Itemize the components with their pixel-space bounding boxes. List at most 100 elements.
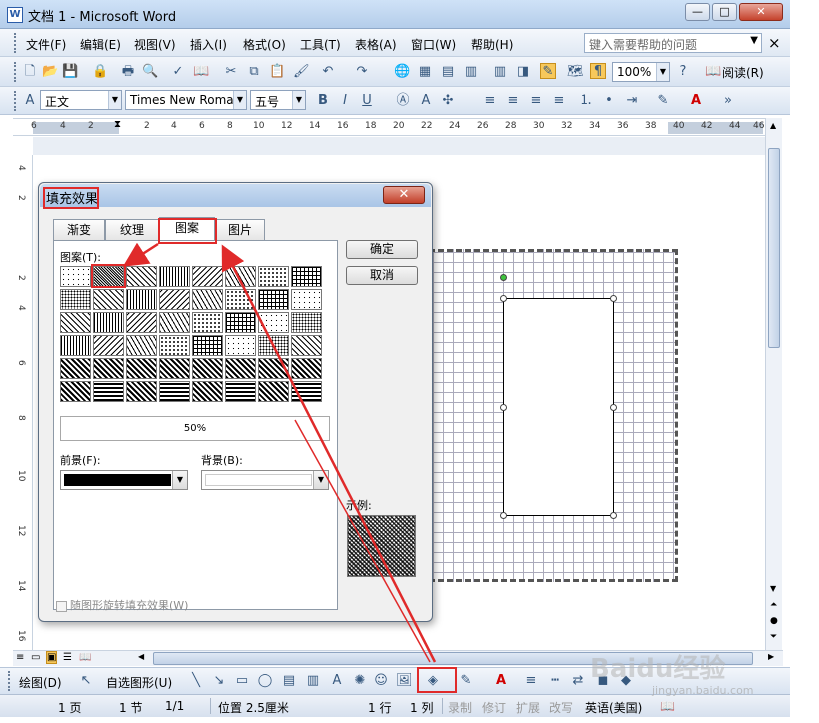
- dialog-close-button[interactable]: ✕: [383, 186, 425, 204]
- ok-button[interactable]: 确定: [346, 240, 418, 259]
- pattern-swatch[interactable]: [159, 358, 190, 379]
- read-icon[interactable]: 📖: [705, 64, 721, 80]
- show-hide-icon[interactable]: ¶: [590, 63, 606, 79]
- dash-style-icon[interactable]: ┅: [547, 673, 563, 689]
- pattern-swatch[interactable]: [60, 358, 91, 379]
- numbering-icon[interactable]: ⒈: [578, 93, 594, 109]
- highlight-icon[interactable]: ✎: [655, 93, 671, 109]
- chevron-down-icon[interactable]: ▼: [750, 35, 758, 46]
- pattern-swatch[interactable]: [93, 289, 124, 310]
- web-view-icon[interactable]: ▭: [31, 652, 40, 663]
- close-window-button[interactable]: ✕: [739, 3, 783, 21]
- foreground-color-select[interactable]: ▼: [60, 470, 188, 490]
- spelling-status-icon[interactable]: 📖: [660, 699, 675, 713]
- pattern-swatch[interactable]: [159, 266, 190, 287]
- previous-page-icon[interactable]: ⏶: [770, 600, 777, 610]
- status-track[interactable]: 修订: [482, 699, 506, 716]
- chevron-down-icon[interactable]: ▼: [656, 63, 669, 81]
- menu-table[interactable]: 表格(A): [355, 36, 397, 53]
- pattern-swatch[interactable]: [60, 266, 91, 287]
- resize-handle[interactable]: [610, 512, 617, 519]
- menu-format[interactable]: 格式(O): [243, 36, 286, 53]
- paste-icon[interactable]: 📋: [269, 64, 285, 80]
- scroll-thumb[interactable]: [768, 148, 780, 348]
- copy-icon[interactable]: ⧉: [246, 64, 262, 80]
- menu-help[interactable]: 帮助(H): [471, 36, 513, 53]
- pattern-swatch[interactable]: [60, 289, 91, 310]
- insert-table-icon[interactable]: ▤: [440, 64, 456, 80]
- scroll-right-icon[interactable]: ▶: [768, 652, 774, 661]
- pattern-swatch[interactable]: [258, 266, 289, 287]
- rotate-fill-checkbox[interactable]: 随图形旋转填充效果(W): [56, 597, 188, 613]
- rectangle-icon[interactable]: ▭: [234, 673, 250, 689]
- rotate-handle[interactable]: [500, 274, 507, 281]
- menu-insert[interactable]: 插入(I): [190, 36, 227, 53]
- menu-tools[interactable]: 工具(T): [300, 36, 341, 53]
- arrow-icon[interactable]: ↘: [211, 673, 227, 689]
- italic-button[interactable]: I: [337, 93, 353, 109]
- pattern-swatch[interactable]: [291, 312, 322, 333]
- justify-icon[interactable]: ≡: [551, 93, 567, 109]
- document-map-icon[interactable]: 🗺: [567, 64, 584, 80]
- chevron-down-icon[interactable]: ▼: [172, 471, 187, 489]
- style-select[interactable]: 正文 ▼: [40, 90, 122, 110]
- vertical-ruler[interactable]: 4 2 2 4 6 8 10 12 14 16: [13, 155, 33, 650]
- underline-button[interactable]: U: [359, 93, 375, 109]
- toolbar-grip[interactable]: [14, 91, 18, 111]
- pattern-swatch[interactable]: [258, 381, 289, 402]
- pattern-swatch[interactable]: [192, 335, 223, 356]
- draw-menu-button[interactable]: 绘图(D): [19, 674, 62, 691]
- indent-marker-icon[interactable]: ⧗: [114, 119, 121, 130]
- pattern-swatch[interactable]: [159, 335, 190, 356]
- pattern-swatch[interactable]: [225, 289, 256, 310]
- redo-icon[interactable]: ↷: [354, 64, 370, 80]
- chevron-down-icon[interactable]: ▼: [108, 91, 121, 109]
- autoshapes-button[interactable]: 自选图形(U): [106, 674, 172, 691]
- resize-handle[interactable]: [610, 295, 617, 302]
- next-page-icon[interactable]: ⏷: [770, 632, 777, 642]
- columns-icon[interactable]: ▥: [492, 64, 508, 80]
- pattern-swatch[interactable]: [192, 358, 223, 379]
- pattern-swatch[interactable]: [291, 358, 322, 379]
- bullets-icon[interactable]: •: [601, 93, 617, 109]
- pattern-swatch[interactable]: [291, 289, 322, 310]
- align-right-icon[interactable]: ≡: [528, 93, 544, 109]
- pattern-swatch[interactable]: [258, 335, 289, 356]
- menu-window[interactable]: 窗口(W): [411, 36, 456, 53]
- indent-icon[interactable]: ⇥: [624, 93, 640, 109]
- character-border-icon[interactable]: Ⓐ: [395, 93, 411, 109]
- pattern-swatch[interactable]: [126, 358, 157, 379]
- pattern-swatch[interactable]: [93, 358, 124, 379]
- maximize-button[interactable]: □: [712, 3, 737, 21]
- browse-object-icon[interactable]: ●: [770, 616, 778, 626]
- drawing-toggle-icon[interactable]: ✎: [540, 63, 556, 79]
- spelling-icon[interactable]: ✓: [170, 64, 186, 80]
- pattern-swatch[interactable]: [225, 335, 256, 356]
- styles-icon[interactable]: A: [22, 93, 38, 109]
- pattern-swatch[interactable]: [225, 381, 256, 402]
- print-preview-icon[interactable]: 🔍: [142, 64, 158, 80]
- resize-handle[interactable]: [500, 295, 507, 302]
- pattern-swatch[interactable]: [126, 289, 157, 310]
- resize-handle[interactable]: [500, 512, 507, 519]
- hyperlink-icon[interactable]: 🌐: [394, 64, 410, 80]
- zoom-select[interactable]: 100% ▼: [612, 62, 670, 82]
- pattern-swatch[interactable]: [225, 266, 256, 287]
- pattern-swatch[interactable]: [126, 335, 157, 356]
- line-icon[interactable]: ╲: [188, 673, 204, 689]
- diagram-icon[interactable]: ✺: [352, 673, 368, 689]
- print-icon[interactable]: 🖶: [120, 64, 136, 80]
- vertical-textbox-icon[interactable]: ▥: [305, 673, 321, 689]
- pattern-swatch[interactable]: [126, 266, 157, 287]
- checkbox-icon[interactable]: [56, 600, 67, 612]
- cancel-button[interactable]: 取消: [346, 266, 418, 285]
- pattern-swatch[interactable]: [291, 335, 322, 356]
- scroll-up-icon[interactable]: ▲: [770, 121, 776, 130]
- line-style-icon[interactable]: ≡: [523, 673, 539, 689]
- character-scale-icon[interactable]: ✣: [440, 93, 456, 109]
- pattern-swatch[interactable]: [192, 289, 223, 310]
- permission-icon[interactable]: 🔒: [92, 64, 108, 80]
- tables-borders-icon[interactable]: ▦: [417, 64, 433, 80]
- status-extend[interactable]: 扩展: [516, 699, 540, 716]
- line-color-icon[interactable]: ✎: [458, 673, 474, 689]
